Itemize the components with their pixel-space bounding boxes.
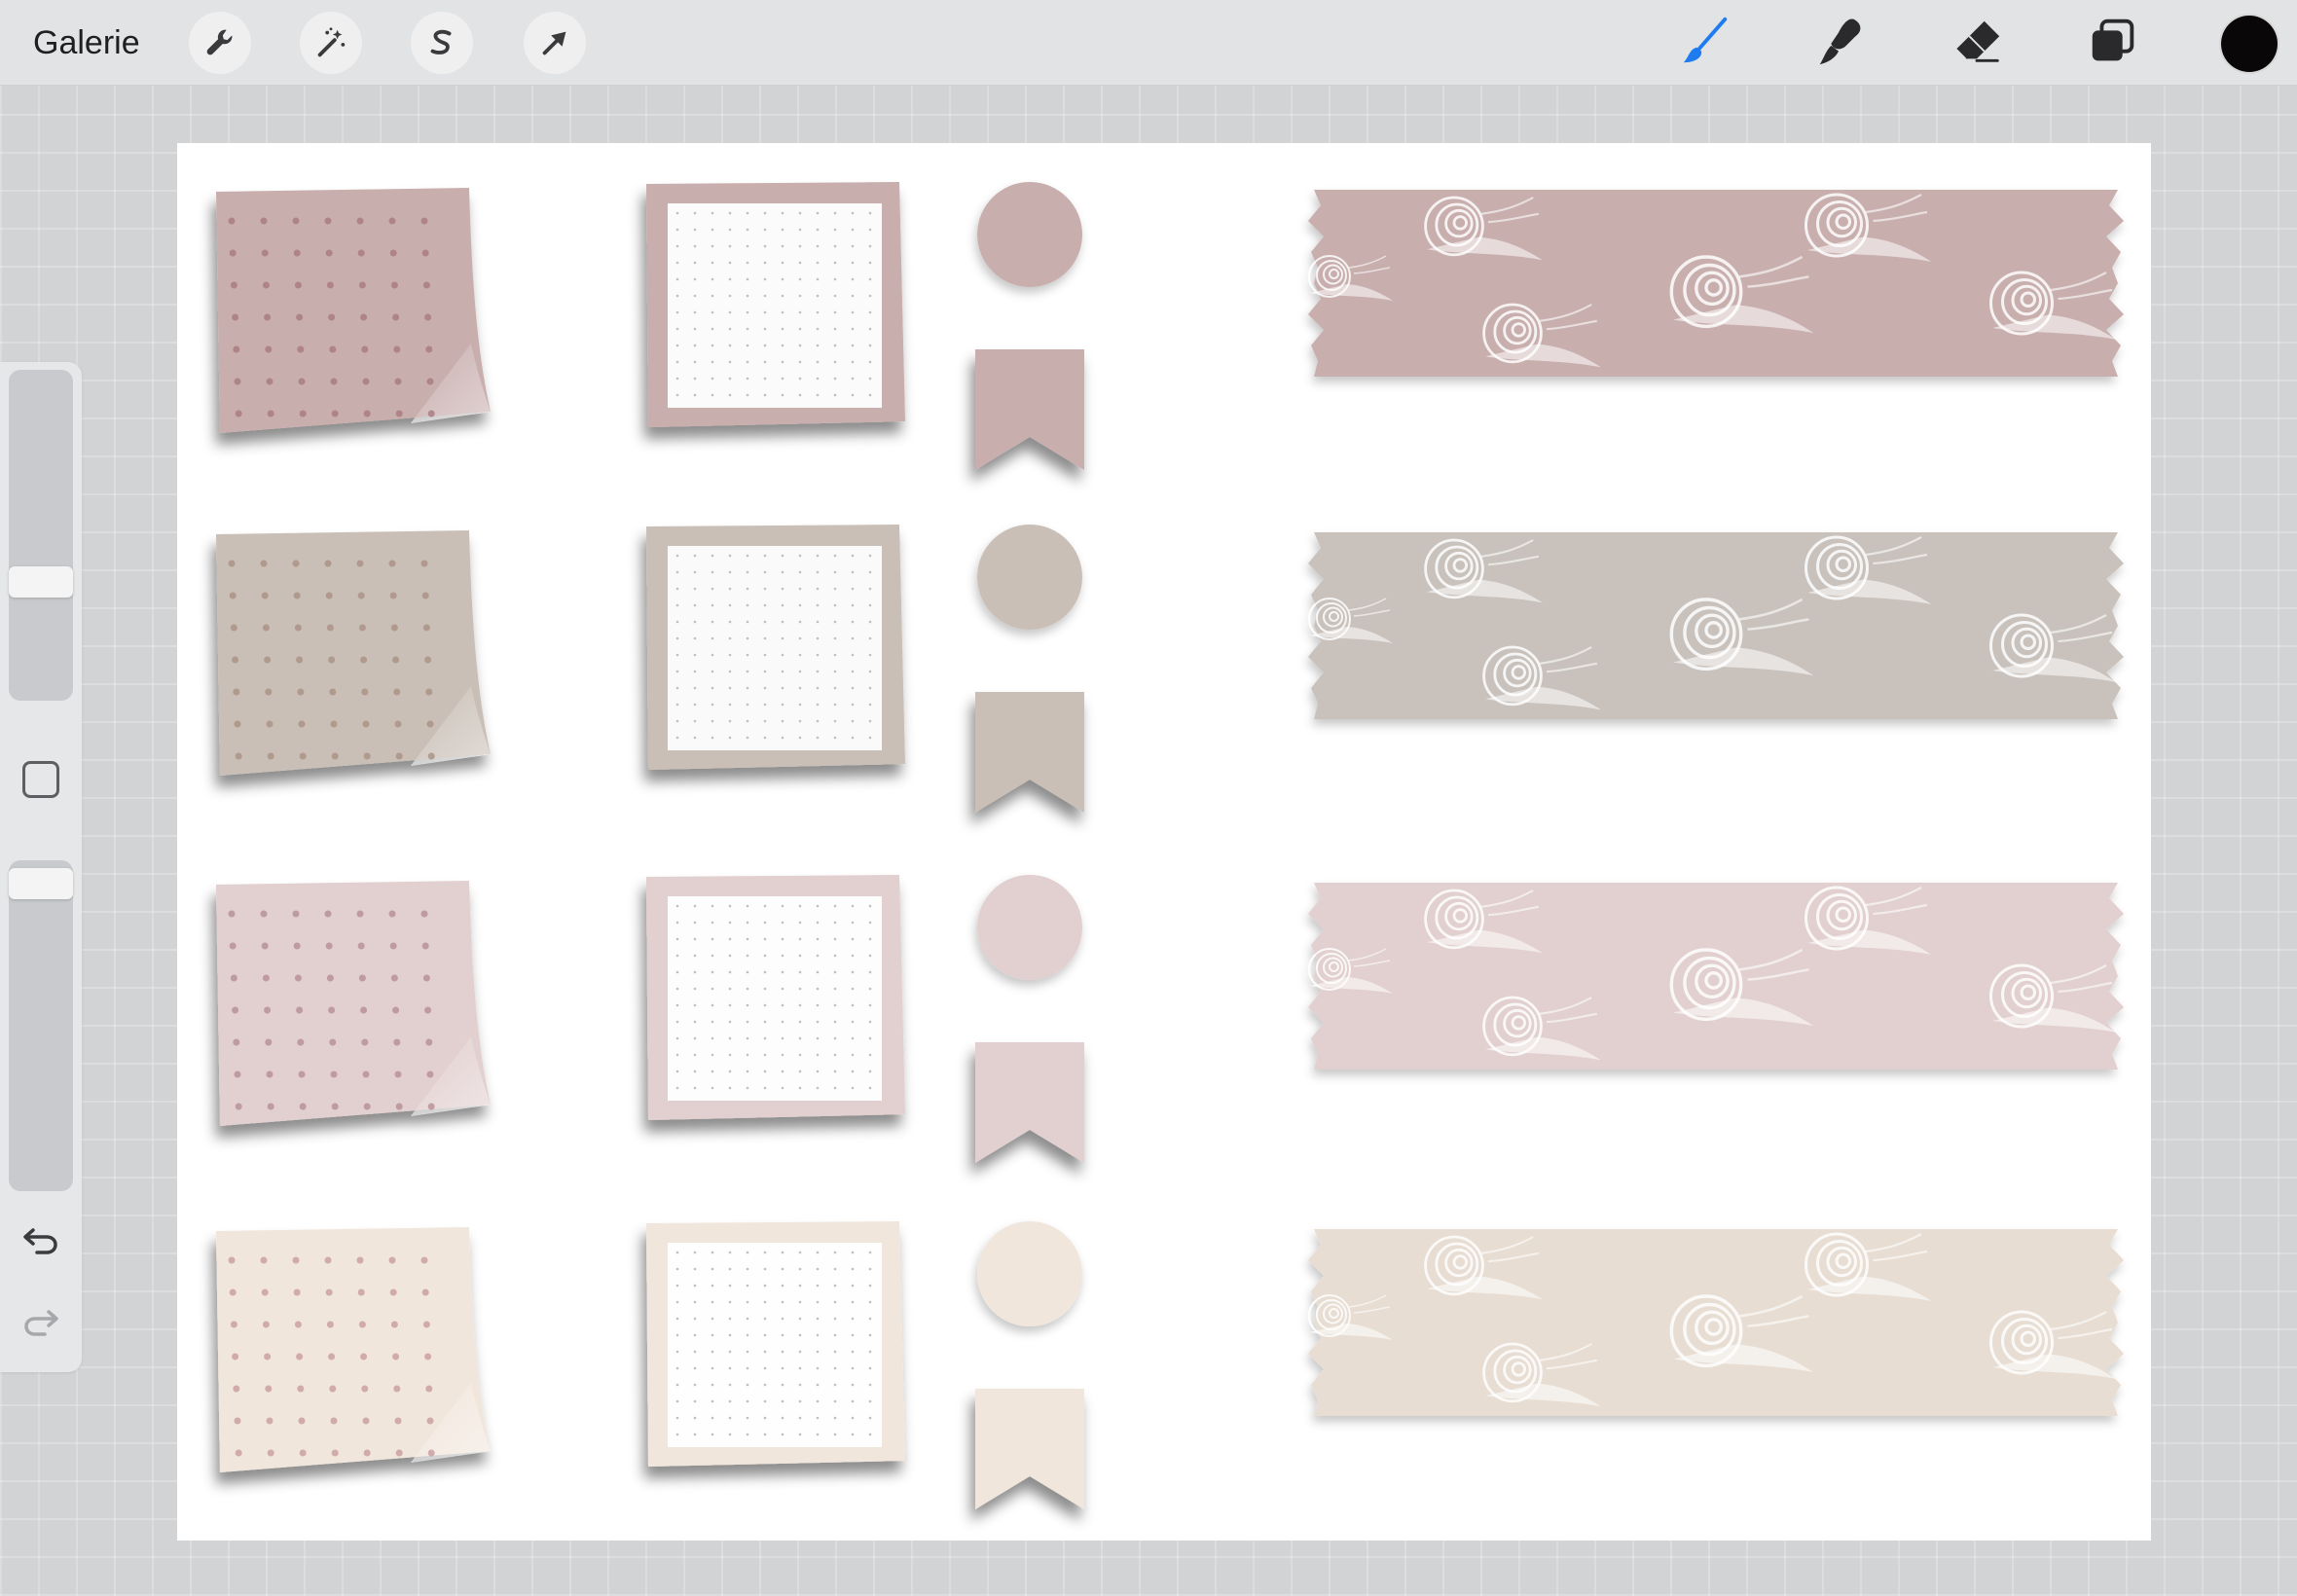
magic-wand-icon bbox=[317, 27, 346, 57]
framed-grid-note bbox=[646, 875, 905, 1120]
circle-sticker bbox=[977, 182, 1082, 287]
drawing-canvas[interactable] bbox=[177, 143, 2151, 1541]
layers-icon bbox=[2092, 18, 2134, 61]
layers-tool-button[interactable] bbox=[2081, 10, 2145, 74]
sticker-row-blush bbox=[216, 875, 2124, 1163]
redo-icon[interactable] bbox=[19, 1300, 62, 1343]
flag-bookmark-sticker bbox=[975, 1042, 1084, 1163]
flag-bookmark-sticker bbox=[975, 692, 1084, 813]
framed-grid-note bbox=[646, 1221, 905, 1467]
gallery-button[interactable]: Galerie bbox=[33, 19, 140, 66]
brush-size-slider[interactable] bbox=[9, 370, 73, 701]
circle-sticker bbox=[977, 875, 1082, 980]
sticker-row-cream bbox=[216, 1221, 2124, 1509]
eraser-tool-button[interactable] bbox=[1945, 10, 2009, 74]
brush-size-slider-thumb[interactable] bbox=[9, 566, 73, 598]
selection-s-icon bbox=[430, 29, 452, 54]
circle-sticker bbox=[977, 525, 1082, 630]
wrench-icon bbox=[206, 29, 233, 55]
dotted-sticky-note bbox=[216, 1227, 491, 1472]
snail-washi-tape bbox=[1308, 883, 2124, 1070]
undo-icon[interactable] bbox=[19, 1218, 62, 1261]
framed-grid-note bbox=[646, 182, 905, 427]
smudge-icon bbox=[1819, 18, 1861, 65]
snail-washi-tape bbox=[1308, 190, 2124, 377]
selection-button[interactable] bbox=[411, 12, 473, 74]
flag-bookmark-sticker bbox=[975, 1389, 1084, 1509]
dotted-sticky-note bbox=[216, 881, 491, 1126]
brush-icon bbox=[1683, 17, 1728, 63]
brush-tool-button[interactable] bbox=[1672, 10, 1736, 74]
flag-bookmark-sticker bbox=[975, 349, 1084, 470]
opacity-slider[interactable] bbox=[9, 860, 73, 1191]
circle-sticker bbox=[977, 1221, 1082, 1326]
eraser-icon bbox=[1955, 20, 2000, 62]
arrow-cursor-icon bbox=[542, 31, 566, 55]
color-picker-button[interactable] bbox=[2221, 16, 2278, 72]
sticker-row-taupe bbox=[216, 525, 2124, 813]
actions-button[interactable] bbox=[189, 12, 251, 74]
modify-button[interactable] bbox=[22, 761, 59, 798]
dotted-sticky-note bbox=[216, 530, 491, 776]
transform-button[interactable] bbox=[524, 12, 586, 74]
sticker-row-mauve bbox=[216, 182, 2124, 470]
snail-washi-tape bbox=[1308, 532, 2124, 719]
smudge-tool-button[interactable] bbox=[1808, 10, 1873, 74]
opacity-slider-thumb[interactable] bbox=[9, 868, 73, 899]
dotted-sticky-note bbox=[216, 188, 491, 433]
snail-washi-tape bbox=[1308, 1229, 2124, 1416]
framed-grid-note bbox=[646, 525, 905, 770]
adjustments-button[interactable] bbox=[300, 12, 362, 74]
left-sidebar bbox=[0, 362, 82, 1372]
top-toolbar: Galerie bbox=[0, 0, 2297, 86]
canvas-artwork bbox=[216, 182, 2124, 1509]
